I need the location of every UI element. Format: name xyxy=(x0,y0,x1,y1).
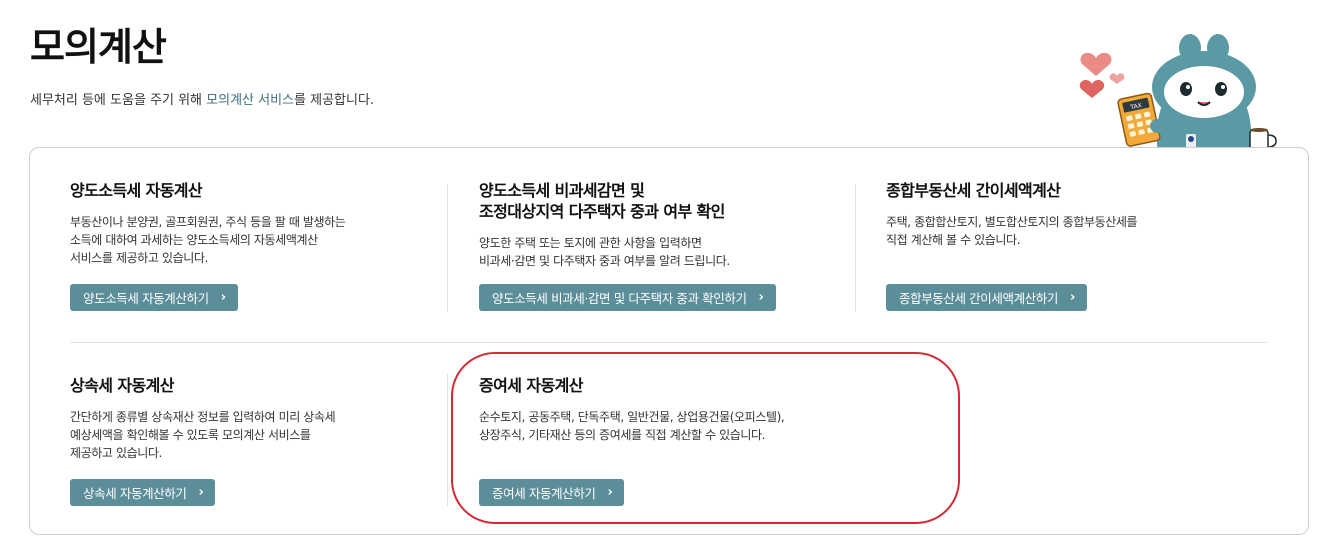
card-title: 양도소득세 자동계산 xyxy=(70,181,203,200)
simulation-services-panel: 양도소득세 자동계산 부동산이나 분양권, 골프회원권, 주식 등을 팔 때 발… xyxy=(29,147,1309,535)
capital-gains-exemption-check-button[interactable]: 양도소득세 비과세·감면 및 다주택자 중과 확인하기 › xyxy=(479,284,776,311)
card-title: 상속세 자동계산 xyxy=(70,376,174,395)
capital-gains-tax-calc-button[interactable]: 양도소득세 자동계산하기 › xyxy=(70,284,238,311)
card-description: 순수토지, 공동주택, 단독주택, 일반건물, 상업용건물(오피스텔), 상장주… xyxy=(479,410,785,442)
card-title: 양도소득세 비과세감면 및 조정대상지역 다주택자 중과 여부 확인 xyxy=(479,181,725,221)
calculator-icon: TAX xyxy=(1117,92,1161,147)
card-capital-gains-tax: 양도소득세 자동계산 부동산이나 분양권, 골프회원권, 주식 등을 팔 때 발… xyxy=(70,180,430,312)
card-inheritance-tax: 상속세 자동계산 간단하게 종류별 상속재산 정보를 입력하여 미리 상속세 예… xyxy=(70,375,430,507)
card-gift-tax: 증여세 자동계산 순수토지, 공동주택, 단독주택, 일반건물, 상업용건물(오… xyxy=(479,375,879,507)
chevron-right-icon: › xyxy=(198,485,204,500)
chevron-right-icon: › xyxy=(758,290,764,305)
heart-icon xyxy=(1080,52,1112,76)
card-title: 증여세 자동계산 xyxy=(479,376,583,395)
card-title: 종합부동산세 간이세액계산 xyxy=(886,181,1061,200)
card-description: 양도한 주택 또는 토지에 관한 사항을 입력하면 비과세·감면 및 다주택자 … xyxy=(479,236,730,268)
page-description: 세무처리 등에 도움을 주기 위해 모의계산 서비스를 제공합니다. xyxy=(30,93,375,108)
card-description: 간단하게 종류별 상속재산 정보를 입력하여 미리 상속세 예상세액을 확인해볼… xyxy=(70,410,336,460)
page-title: 모의계산 xyxy=(30,25,167,69)
page-description-highlight: 모의계산 서비스 xyxy=(206,93,295,108)
column-divider xyxy=(447,374,448,506)
card-capital-gains-exemption: 양도소득세 비과세감면 및 조정대상지역 다주택자 중과 여부 확인 양도한 주택… xyxy=(479,180,849,312)
inheritance-tax-calc-button[interactable]: 상속세 자동계산하기 › xyxy=(70,479,216,506)
card-description: 부동산이나 분양권, 골프회원권, 주식 등을 팔 때 발생하는 소득에 대하여… xyxy=(70,215,346,265)
tax-mascot-illustration: TAX xyxy=(1079,34,1277,154)
real-estate-tax-calc-button[interactable]: 종합부동산세 간이세액계산하기 › xyxy=(886,284,1087,311)
row-divider xyxy=(70,342,1268,343)
chevron-right-icon: › xyxy=(607,485,613,500)
card-description: 주택, 종합합산토지, 별도합산토지의 종합부동산세를 직접 계산해 볼 수 있… xyxy=(886,215,1138,247)
chevron-right-icon: › xyxy=(220,290,226,305)
chevron-right-icon: › xyxy=(1069,290,1075,305)
heart-icon xyxy=(1079,79,1105,98)
card-comprehensive-real-estate-tax: 종합부동산세 간이세액계산 주택, 종합합산토지, 별도합산토지의 종합부동산세… xyxy=(886,180,1256,312)
column-divider xyxy=(447,184,448,312)
heart-icon xyxy=(1109,73,1125,84)
gift-tax-calc-button[interactable]: 증여세 자동계산하기 › xyxy=(479,479,625,506)
column-divider xyxy=(855,184,856,312)
